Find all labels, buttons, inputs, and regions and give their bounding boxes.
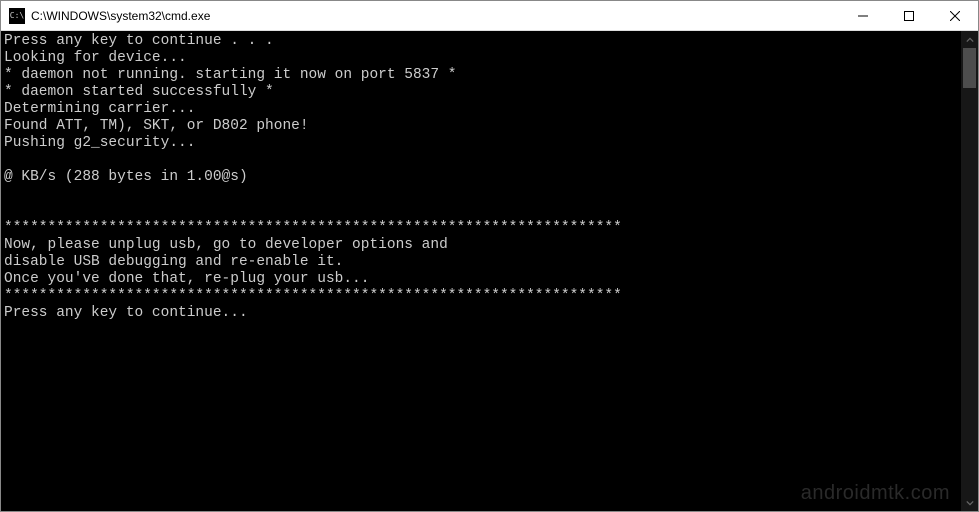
cmd-icon: C:\: [9, 8, 25, 24]
minimize-button[interactable]: [840, 1, 886, 30]
scrollbar-track[interactable]: [961, 48, 978, 494]
chevron-down-icon: [966, 499, 974, 507]
minimize-icon: [858, 11, 868, 21]
terminal-area: Press any key to continue . . . Looking …: [1, 31, 978, 511]
close-button[interactable]: [932, 1, 978, 30]
maximize-icon: [904, 11, 914, 21]
cmd-window: C:\ C:\WINDOWS\system32\cmd.exe Press an…: [1, 1, 978, 511]
chevron-up-icon: [966, 36, 974, 44]
window-controls: [840, 1, 978, 30]
window-title: C:\WINDOWS\system32\cmd.exe: [31, 9, 840, 23]
scrollbar-thumb[interactable]: [963, 48, 976, 88]
scroll-down-button[interactable]: [961, 494, 978, 511]
window-titlebar[interactable]: C:\ C:\WINDOWS\system32\cmd.exe: [1, 1, 978, 31]
vertical-scrollbar[interactable]: [961, 31, 978, 511]
scroll-up-button[interactable]: [961, 31, 978, 48]
terminal-output[interactable]: Press any key to continue . . . Looking …: [1, 31, 961, 511]
maximize-button[interactable]: [886, 1, 932, 30]
close-icon: [950, 11, 960, 21]
